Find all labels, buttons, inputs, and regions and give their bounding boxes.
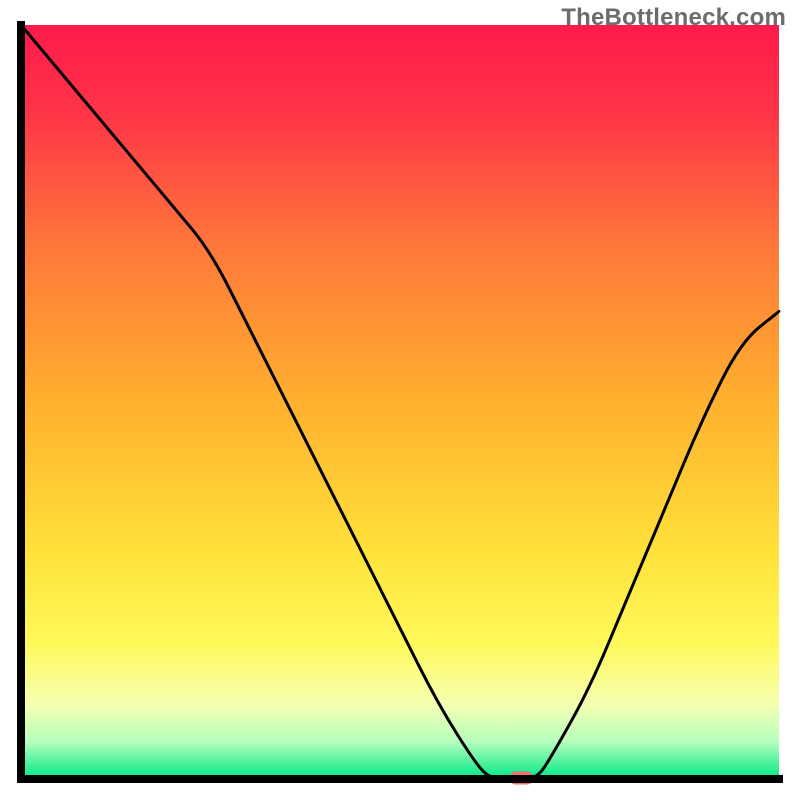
bottleneck-chart: [0, 0, 800, 800]
chart-background: [21, 25, 779, 779]
chart-container: TheBottleneck.com: [0, 0, 800, 800]
